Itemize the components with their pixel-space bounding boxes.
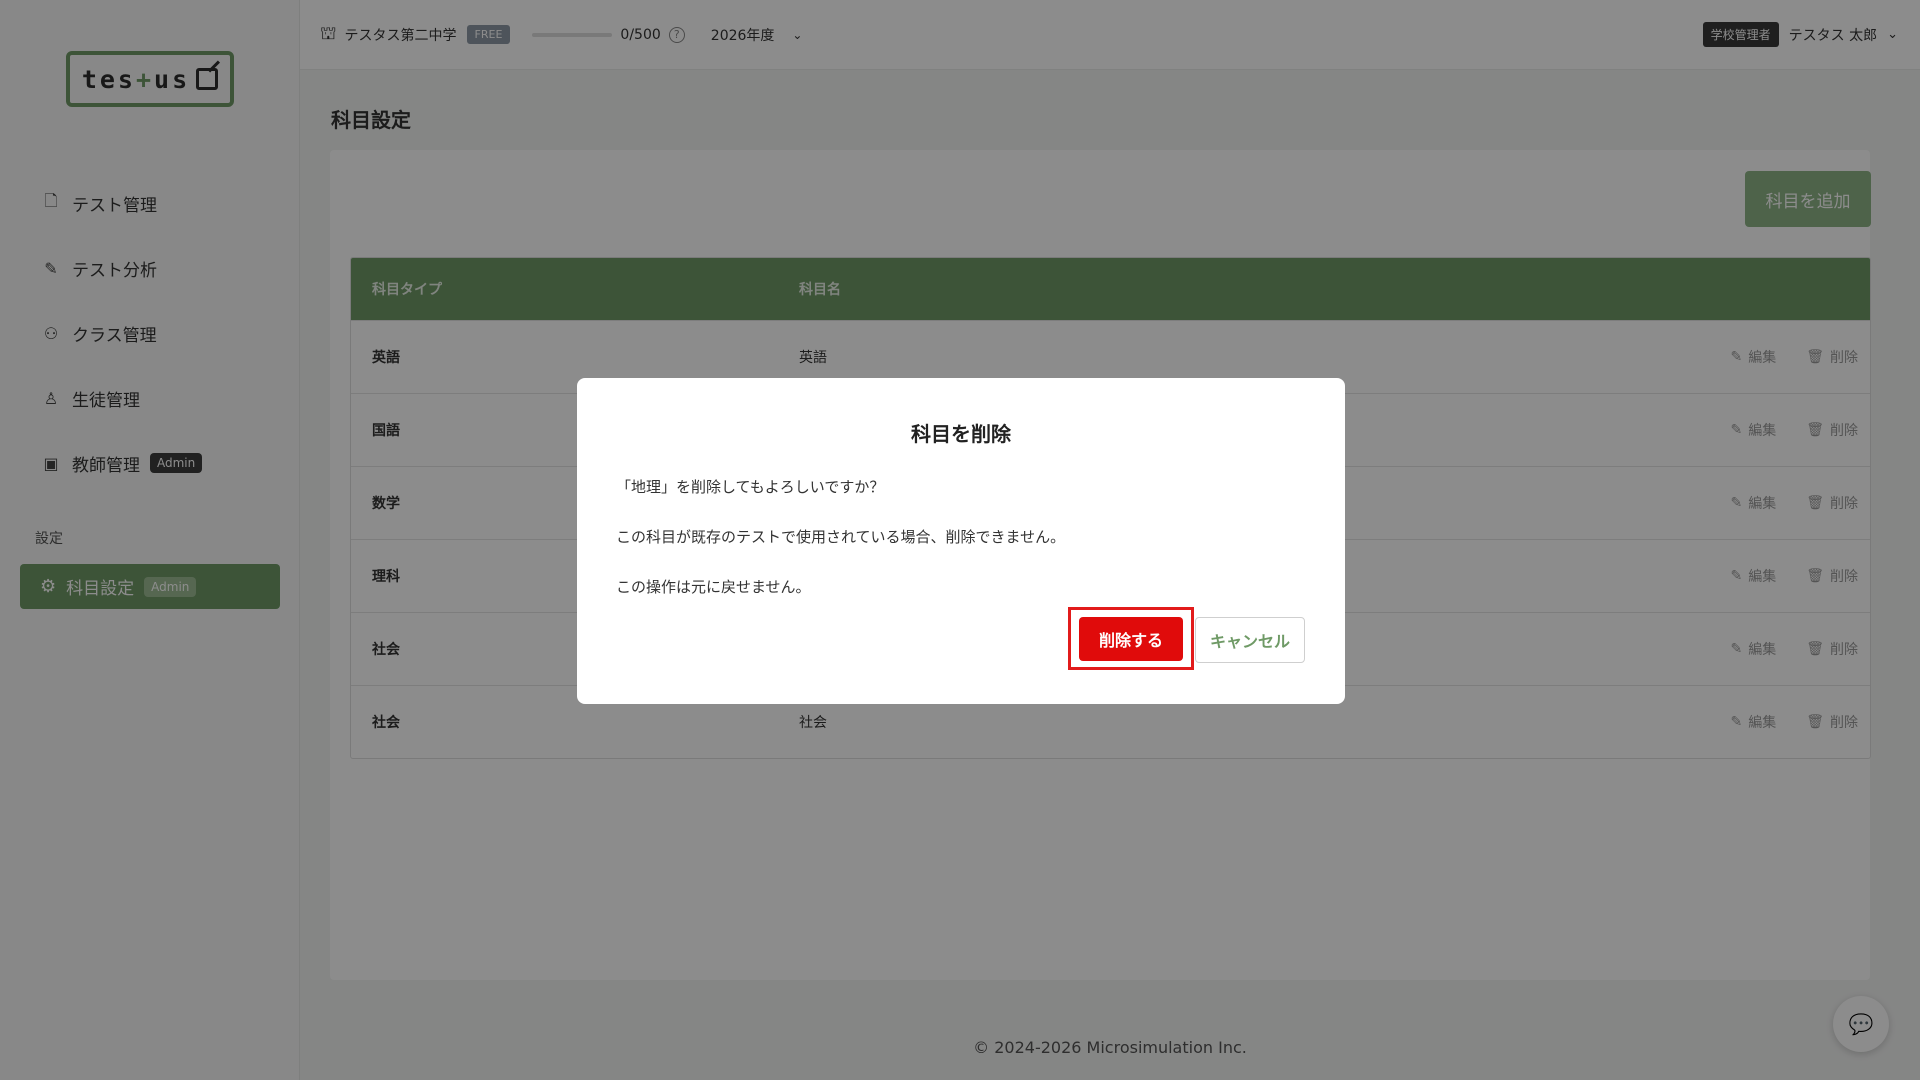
dialog-message-irreversible: この操作は元に戻せません。 bbox=[616, 578, 811, 596]
delete-subject-dialog: 科目を削除 「地理」を削除してもよろしいですか？ この科目が既存のテストで使用さ… bbox=[577, 378, 1345, 704]
dialog-message-confirm: 「地理」を削除してもよろしいですか？ bbox=[616, 478, 885, 496]
dialog-title: 科目を削除 bbox=[911, 422, 1011, 446]
cancel-button[interactable]: キャンセル bbox=[1195, 617, 1305, 663]
confirm-delete-button[interactable]: 削除する bbox=[1079, 617, 1183, 661]
dialog-message-usage-warning: この科目が既存のテストで使用されている場合、削除できません。 bbox=[616, 528, 1066, 546]
